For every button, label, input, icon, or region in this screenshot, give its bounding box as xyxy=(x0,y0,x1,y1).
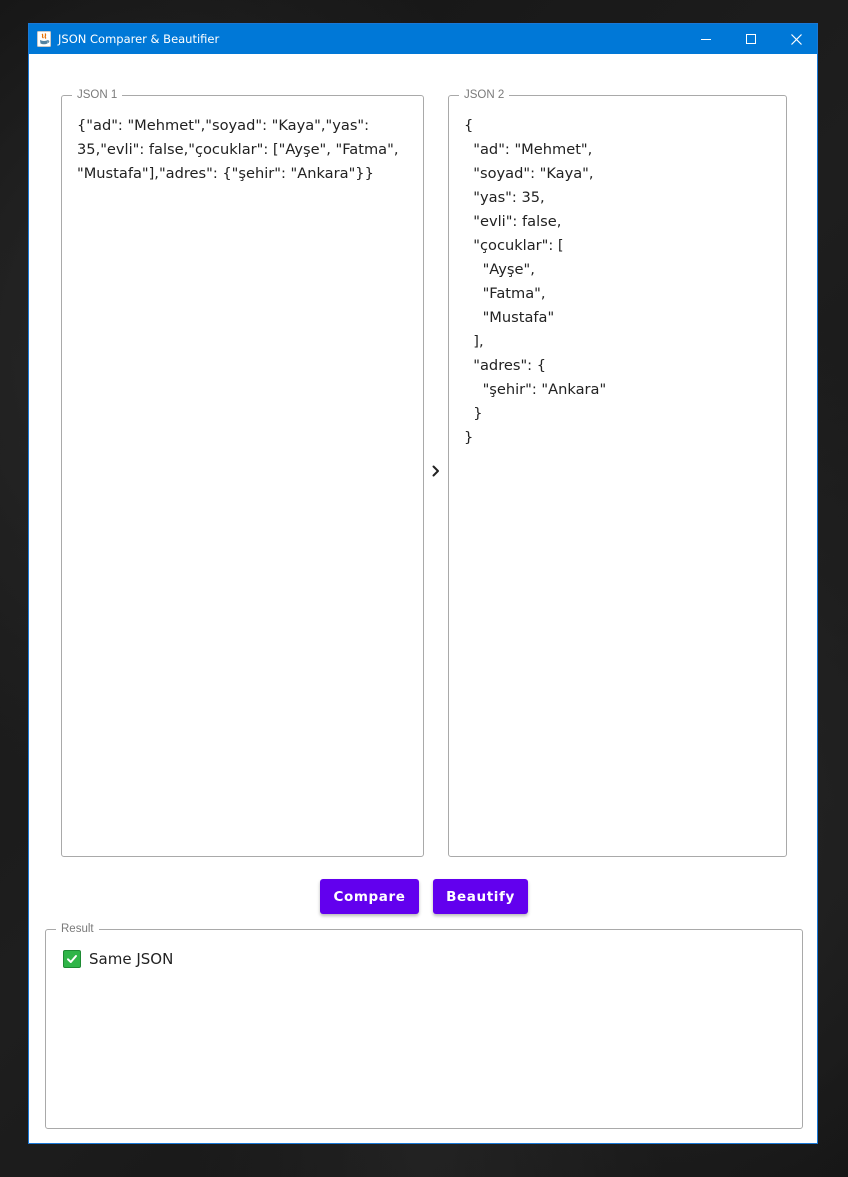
maximize-icon xyxy=(746,34,756,44)
java-app-icon xyxy=(37,31,51,47)
title-bar[interactable]: JSON Comparer & Beautifier xyxy=(29,24,817,54)
json1-panel: JSON 1 {"ad": "Mehmet","soyad": "Kaya","… xyxy=(61,88,424,857)
maximize-button[interactable] xyxy=(728,24,774,54)
result-panel: Result Same JSON xyxy=(45,922,803,1129)
minimize-button[interactable] xyxy=(683,24,729,54)
app-window: JSON Comparer & Beautifier JSON 1 {"ad":… xyxy=(28,23,818,1144)
compare-button[interactable]: Compare xyxy=(320,879,419,914)
close-button[interactable] xyxy=(773,24,819,54)
result-label: Result xyxy=(56,922,99,936)
chevron-right-icon xyxy=(429,462,443,480)
close-icon xyxy=(790,33,802,45)
beautify-button[interactable]: Beautify xyxy=(433,879,528,914)
json2-textarea[interactable]: { "ad": "Mehmet", "soyad": "Kaya", "yas"… xyxy=(464,114,776,450)
minimize-icon xyxy=(701,39,711,40)
json1-textarea[interactable]: {"ad": "Mehmet","soyad": "Kaya","yas": 3… xyxy=(77,114,413,186)
json2-label: JSON 2 xyxy=(459,88,510,102)
json2-panel: JSON 2 { "ad": "Mehmet", "soyad": "Kaya"… xyxy=(448,88,787,857)
result-message: Same JSON xyxy=(89,950,174,968)
json1-label: JSON 1 xyxy=(72,88,123,102)
window-title: JSON Comparer & Beautifier xyxy=(58,32,220,46)
result-status: Same JSON xyxy=(63,949,173,969)
check-icon xyxy=(63,950,81,968)
